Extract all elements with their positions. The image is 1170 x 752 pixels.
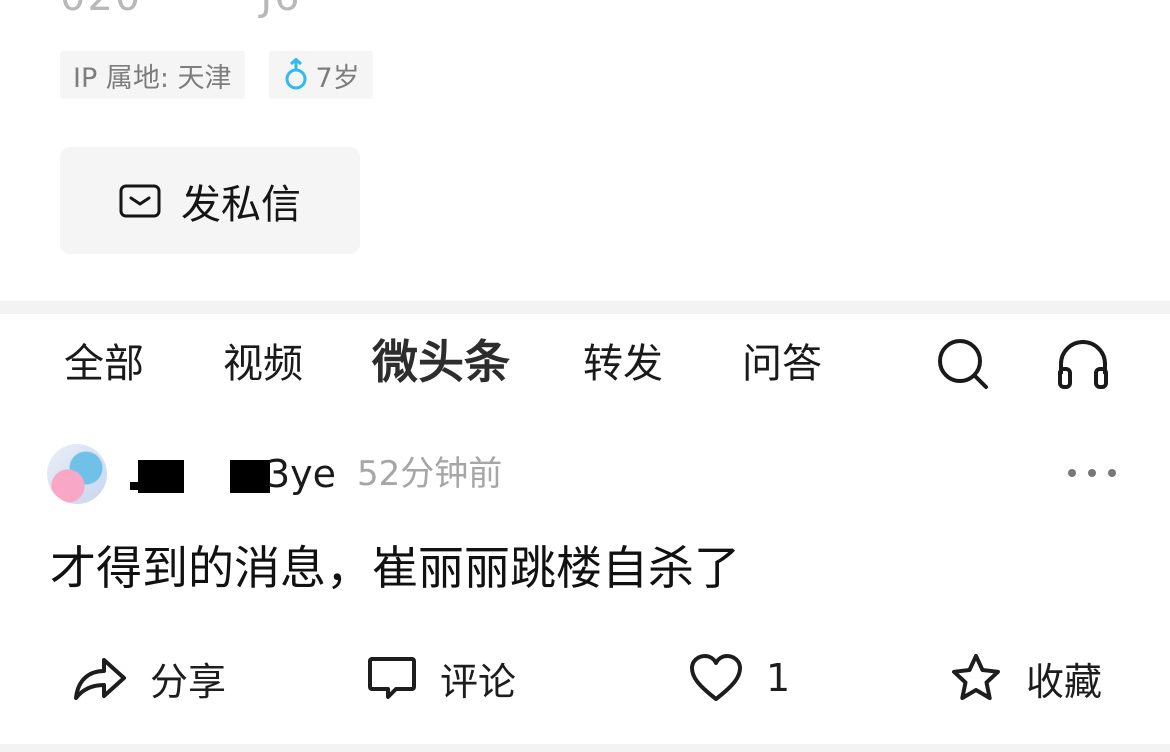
tab-qa[interactable]: 问答	[742, 334, 822, 394]
comment-label: 评论	[440, 659, 517, 704]
user-id-suffix: J6	[260, 0, 301, 20]
redaction-block	[138, 460, 184, 493]
send-message-label: 发私信	[181, 181, 301, 228]
tab-video[interactable]: 视频	[223, 334, 303, 394]
profile-tags: IP 属地: 天津 7岁	[60, 51, 373, 99]
ip-location-tag: IP 属地: 天津	[60, 51, 245, 99]
author-name[interactable]: 3ye	[266, 450, 336, 498]
star-icon	[952, 654, 1000, 700]
bottom-divider	[0, 744, 1170, 752]
post-time: 52分钟前	[357, 454, 503, 494]
share-button[interactable]: 分享	[72, 648, 226, 708]
send-message-button[interactable]: 发私信	[60, 147, 360, 254]
share-label: 分享	[150, 659, 227, 704]
author-avatar[interactable]	[47, 444, 107, 504]
user-id-text: 020 J6	[60, 0, 302, 20]
share-icon	[74, 658, 126, 700]
age-tag: 7岁	[268, 51, 373, 99]
like-count: 1	[766, 656, 791, 700]
redaction-block	[130, 482, 144, 490]
heart-icon	[690, 654, 742, 701]
tab-micro-headlines[interactable]: 微头条	[372, 332, 510, 392]
ip-location-text: IP 属地: 天津	[73, 62, 232, 94]
headphones-icon[interactable]	[1055, 336, 1111, 392]
mail-icon	[119, 184, 161, 217]
tab-repost[interactable]: 转发	[583, 334, 663, 394]
search-icon[interactable]	[935, 336, 991, 392]
section-divider	[0, 301, 1170, 314]
favorite-label: 收藏	[1026, 659, 1103, 704]
favorite-button[interactable]: 收藏	[948, 648, 1102, 708]
male-symbol-icon	[285, 58, 307, 90]
user-id-prefix: 020	[60, 0, 142, 20]
redaction-block	[230, 460, 270, 493]
post-content[interactable]: 才得到的消息，崔丽丽跳楼自杀了	[50, 536, 740, 600]
age-text: 7岁	[315, 62, 360, 94]
comment-icon	[368, 657, 416, 699]
like-button[interactable]: 1	[688, 648, 790, 708]
tab-all[interactable]: 全部	[64, 334, 144, 394]
profile-page: 020 J6 IP 属地: 天津 7岁 发私信 全部 视频 微头条 转发 问答	[0, 0, 1170, 752]
more-dots-icon[interactable]	[1066, 458, 1118, 488]
comment-button[interactable]: 评论	[366, 648, 516, 708]
